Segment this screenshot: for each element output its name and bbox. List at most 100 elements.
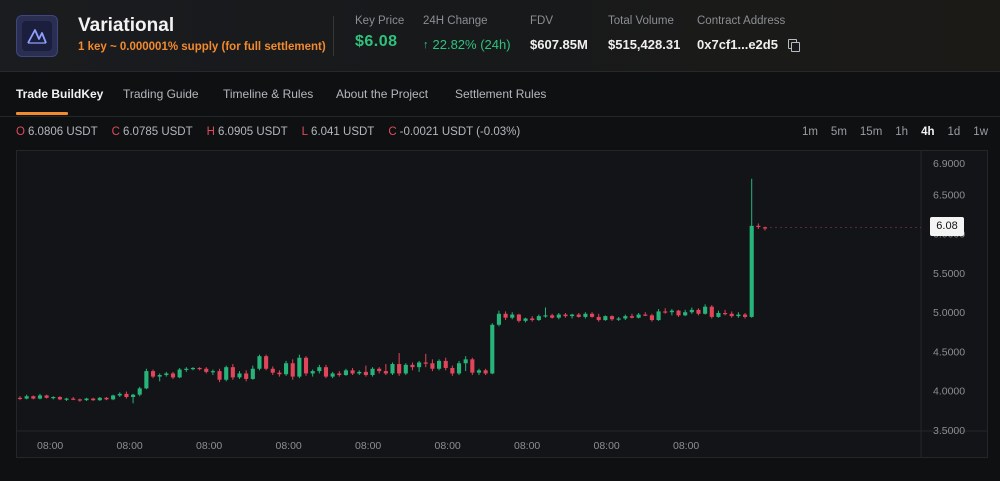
candle-body <box>64 398 69 400</box>
candle-body <box>230 367 235 378</box>
y-tick-label: 5.0000 <box>933 307 965 319</box>
candle-body <box>17 397 23 400</box>
timeframe-1w[interactable]: 1w <box>973 126 988 138</box>
candle-body <box>350 370 355 374</box>
candle-body <box>377 368 382 372</box>
candle-body <box>184 368 189 370</box>
candle-body <box>496 313 501 325</box>
timeframe-4h[interactable]: 4h <box>921 126 934 138</box>
stat-label: FDV <box>530 15 553 27</box>
candle-body <box>450 367 455 374</box>
x-tick-label: 08:00 <box>37 440 63 452</box>
y-tick-label: 6.5000 <box>933 189 965 201</box>
candle-body <box>676 310 681 316</box>
stat-total-volume: Total Volume $515,428.31 <box>608 15 680 52</box>
candle-body <box>430 363 435 369</box>
variational-logo-icon <box>22 21 52 51</box>
candle-body <box>643 314 648 316</box>
stat-24h-change: 24H Change ↑ 22.82% (24h) <box>423 15 511 52</box>
candlestick-chart[interactable]: 6.90006.50006.00005.50005.00004.50004.00… <box>17 151 987 457</box>
candle-body <box>264 356 269 369</box>
candle-body <box>190 367 196 370</box>
candle-body <box>270 368 275 373</box>
candle-body <box>343 370 348 376</box>
y-tick-label: 5.5000 <box>933 268 965 280</box>
x-tick-label: 08:00 <box>276 440 302 452</box>
candle-body <box>530 318 535 321</box>
candle-body <box>417 362 422 368</box>
last-price-tag: 6.08 <box>930 217 964 236</box>
candle-body <box>749 225 754 317</box>
candle-body <box>583 313 588 317</box>
timeframe-1m[interactable]: 1m <box>802 126 818 138</box>
y-tick-label: 3.5000 <box>933 425 965 437</box>
candle-body <box>277 372 282 375</box>
candle-body <box>443 360 448 368</box>
candle-body <box>44 395 49 398</box>
copy-icon[interactable] <box>787 39 800 52</box>
ohlc-close: C 6.0785 USDT <box>111 126 193 138</box>
tab-settlement-rules[interactable]: Settlement Rules <box>455 87 546 101</box>
arrow-up-icon: ↑ <box>423 38 429 51</box>
tab-trading-guide[interactable]: Trading Guide <box>123 87 199 101</box>
timeframe-1h[interactable]: 1h <box>895 126 908 138</box>
candle-body <box>523 318 528 321</box>
candle-body <box>663 311 668 313</box>
candle-body <box>503 313 508 318</box>
stat-label: Contract Address <box>697 15 786 27</box>
y-tick-label: 4.0000 <box>933 386 965 398</box>
candle-body <box>536 316 541 321</box>
candle-body <box>117 393 122 396</box>
candle-body <box>476 370 482 373</box>
candle-body <box>31 396 36 399</box>
candle-body <box>204 368 209 372</box>
candle-body <box>410 364 415 368</box>
candle-body <box>570 314 575 317</box>
candle-body <box>310 371 315 374</box>
ohlc-low: L 6.041 USDT <box>301 126 375 138</box>
timeframe-15m[interactable]: 15m <box>860 126 882 138</box>
price-chart[interactable]: 6.90006.50006.00005.50005.00004.50004.00… <box>16 150 988 458</box>
ohlc-high: H 6.0905 USDT <box>206 126 288 138</box>
candle-body <box>330 373 335 377</box>
tab-about-project[interactable]: About the Project <box>336 87 428 101</box>
candle-body <box>244 373 249 379</box>
candle-body <box>131 394 136 398</box>
candle-body <box>649 315 654 321</box>
tab-trade-buildkey[interactable]: Trade BuildKey <box>16 87 103 101</box>
x-tick-label: 08:00 <box>594 440 620 452</box>
candle-body <box>297 357 302 377</box>
timeframe-1d[interactable]: 1d <box>948 126 961 138</box>
candle-body <box>656 311 661 321</box>
candle-body <box>357 371 362 374</box>
candle-body <box>24 396 29 399</box>
candle-body <box>709 306 714 317</box>
candle-body <box>629 316 635 318</box>
candle-body <box>57 397 62 400</box>
candle-body <box>124 393 129 398</box>
header-divider <box>333 16 334 56</box>
candle-body <box>716 312 721 317</box>
candle-body <box>77 399 82 401</box>
candle-body <box>71 398 76 400</box>
candle-body <box>736 314 741 317</box>
candle-body <box>150 371 156 377</box>
candle-body <box>437 360 442 369</box>
project-logo <box>16 15 58 57</box>
stat-label: Total Volume <box>608 15 674 27</box>
candle-body <box>370 368 375 376</box>
timeframe-5m[interactable]: 5m <box>831 126 847 138</box>
stat-contract-address: Contract Address 0x7cf1...e2d5 <box>697 15 800 52</box>
candle-body <box>144 371 149 389</box>
candle-body <box>483 370 488 374</box>
stat-label: 24H Change <box>423 15 488 27</box>
y-tick-label: 4.5000 <box>933 346 965 358</box>
candle-body <box>669 310 674 313</box>
candle-body <box>323 367 329 377</box>
candle-body <box>516 314 521 321</box>
candle-body <box>397 364 402 374</box>
tab-timeline-rules[interactable]: Timeline & Rules <box>223 87 313 101</box>
candle-body <box>742 314 748 317</box>
candle-body <box>290 363 295 377</box>
key-price-value: $6.08 <box>355 33 398 50</box>
